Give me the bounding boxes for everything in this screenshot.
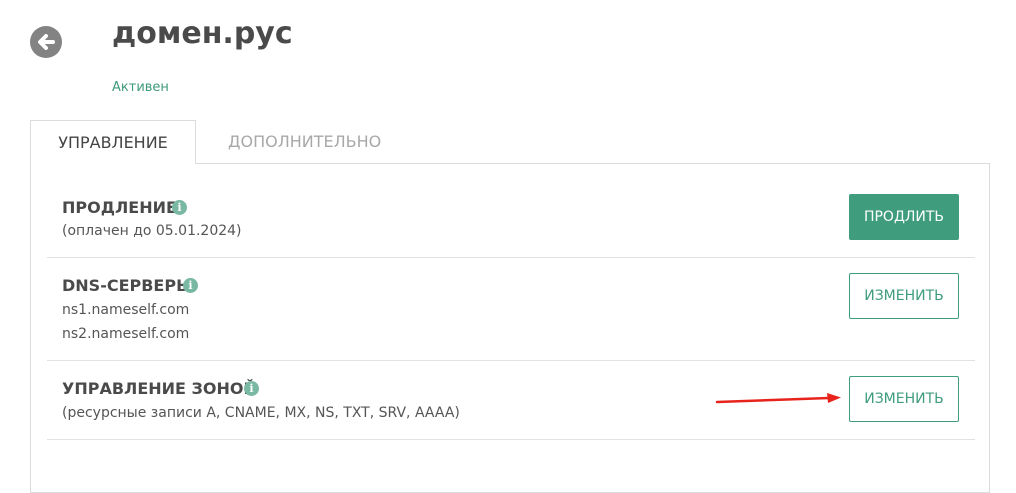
dns-server-1: ns1.nameself.com — [62, 302, 190, 318]
info-icon[interactable]: i — [244, 381, 259, 396]
zone-records: (ресурсные записи A, CNAME, MX, NS, TXT,… — [62, 405, 460, 421]
renew-button[interactable]: ПРОДЛИТЬ — [849, 194, 959, 240]
management-panel: ПРОДЛЕНИЕ i (оплачен до 05.01.2024) ПРОД… — [30, 163, 990, 493]
zone-title: УПРАВЛЕНИЕ ЗОНОЙ — [62, 379, 257, 398]
back-button[interactable] — [30, 26, 62, 58]
dns-server-2: ns2.nameself.com — [62, 326, 190, 342]
status-badge: Активен — [112, 80, 169, 95]
renewal-title: ПРОДЛЕНИЕ — [62, 198, 177, 217]
tab-additional[interactable]: ДОПОЛНИТЕЛЬНО — [228, 120, 388, 164]
domain-title: домен.рус — [112, 16, 293, 51]
info-icon[interactable]: i — [172, 200, 187, 215]
edit-dns-button[interactable]: ИЗМЕНИТЬ — [849, 273, 959, 319]
dns-title: DNS-СЕРВЕРЫ — [62, 276, 193, 295]
renewal-section: ПРОДЛЕНИЕ i (оплачен до 05.01.2024) ПРОД… — [47, 164, 975, 258]
dns-section: DNS-СЕРВЕРЫ i ns1.nameself.com ns2.names… — [47, 258, 975, 361]
renewal-paid-until: (оплачен до 05.01.2024) — [62, 223, 242, 239]
info-icon[interactable]: i — [183, 278, 198, 293]
red-arrow-icon — [715, 393, 841, 404]
edit-zone-button[interactable]: ИЗМЕНИТЬ — [849, 376, 959, 422]
arrow-left-icon — [38, 34, 55, 50]
tab-management[interactable]: УПРАВЛЕНИЕ — [30, 120, 196, 164]
